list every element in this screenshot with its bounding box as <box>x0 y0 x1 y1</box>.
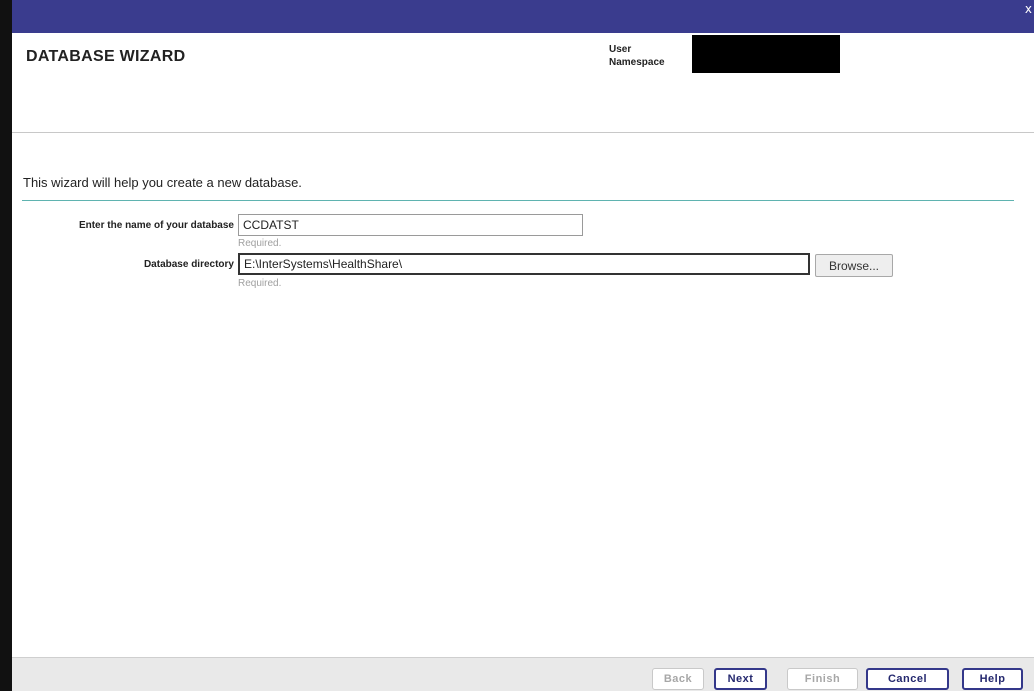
user-info: User Namespace <box>609 43 665 69</box>
db-directory-required-hint: Required. <box>238 278 282 289</box>
intro-text: This wizard will help you create a new d… <box>23 175 302 190</box>
db-name-required-hint: Required. <box>238 238 282 249</box>
help-button[interactable]: Help <box>962 668 1023 690</box>
redacted-user-info <box>692 35 840 73</box>
db-directory-input[interactable] <box>238 253 810 275</box>
namespace-label: Namespace <box>609 57 665 68</box>
browse-button[interactable]: Browse... <box>815 254 893 277</box>
divider <box>22 200 1014 201</box>
db-name-input[interactable] <box>238 214 583 236</box>
cancel-button[interactable]: Cancel <box>866 668 949 690</box>
db-directory-label: Database directory <box>143 259 234 270</box>
page-title: DATABASE WIZARD <box>26 48 186 65</box>
user-label: User <box>609 44 632 55</box>
finish-button[interactable]: Finish <box>787 668 858 690</box>
next-button[interactable]: Next <box>714 668 767 690</box>
db-name-label: Enter the name of your database <box>78 220 234 231</box>
title-bar: x <box>12 0 1034 33</box>
back-button[interactable]: Back <box>652 668 704 690</box>
close-icon[interactable]: x <box>1025 2 1032 16</box>
